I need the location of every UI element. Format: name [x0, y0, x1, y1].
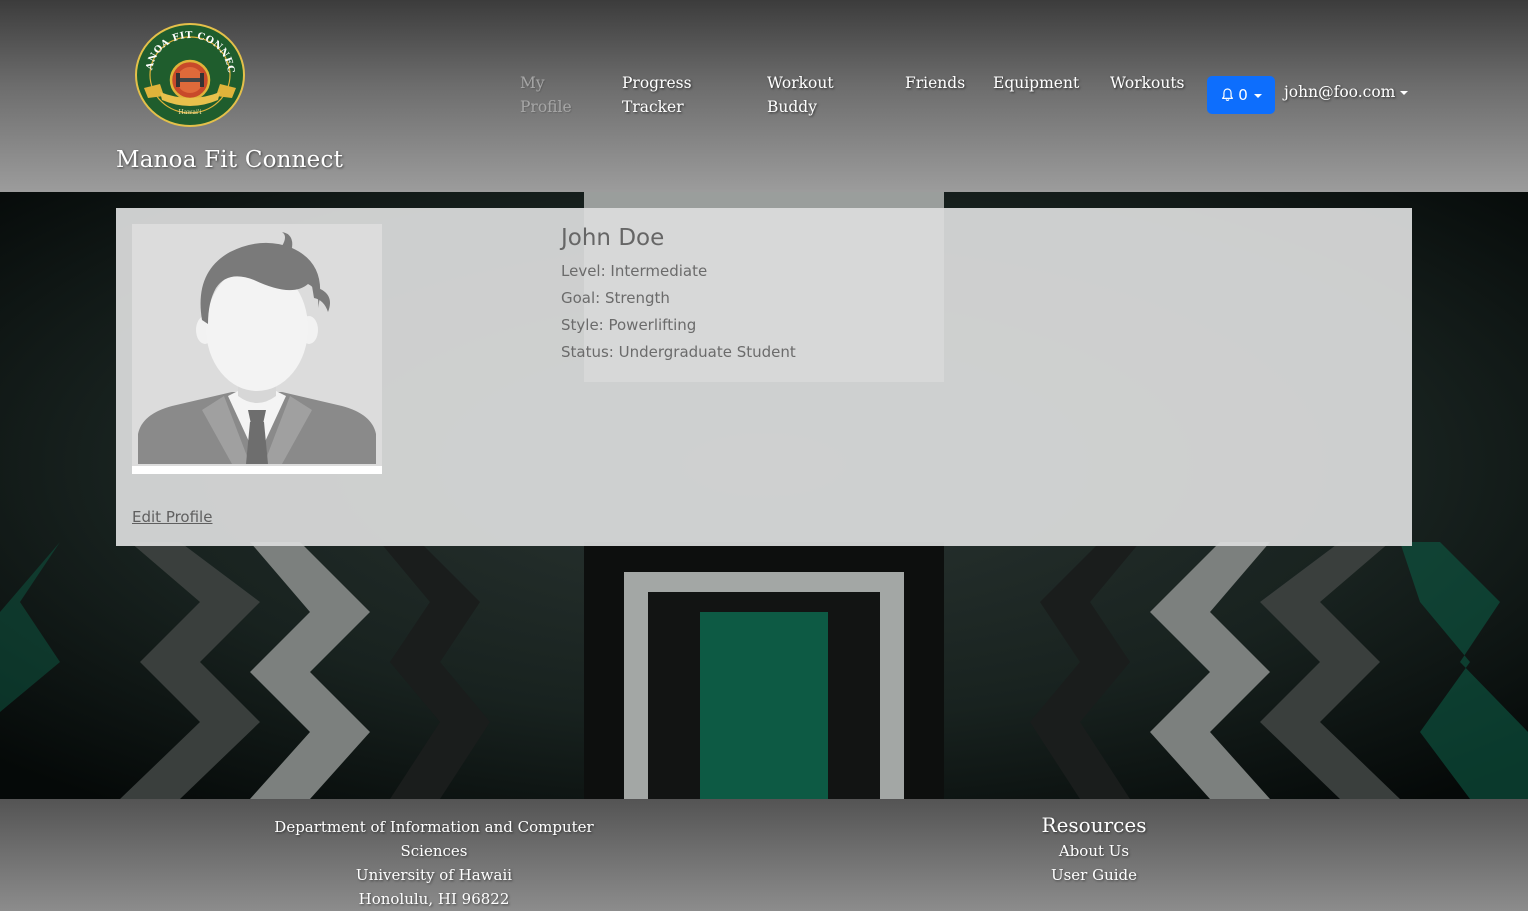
- footer-resources: Resources About Us User Guide: [994, 811, 1194, 887]
- nav-friends[interactable]: Friends: [905, 71, 965, 95]
- bell-icon: [1222, 88, 1234, 102]
- logo-emblem-icon: MANOA FIT CONNECT Hawai'i: [134, 22, 245, 127]
- footer-about-us-link[interactable]: About Us: [994, 839, 1194, 863]
- footer-address-block: Department of Information and Computer S…: [240, 815, 628, 911]
- profile-level: Level: Intermediate: [561, 262, 708, 280]
- nav-my-profile-line2: Profile: [520, 98, 572, 116]
- nav-workouts[interactable]: Workouts: [1110, 71, 1185, 95]
- chevron-down-icon: [1253, 93, 1262, 98]
- nav-workout-buddy-line1: Workout: [767, 74, 834, 92]
- nav-my-profile[interactable]: My Profile: [520, 71, 572, 119]
- notifications-button[interactable]: 0: [1207, 76, 1275, 114]
- nav-workout-buddy[interactable]: Workout Buddy: [767, 71, 834, 119]
- profile-card: John Doe Level: Intermediate Goal: Stren…: [116, 208, 1412, 546]
- notification-count: 0: [1238, 86, 1248, 104]
- nav-workouts-label: Workouts: [1110, 74, 1185, 92]
- profile-name: John Doe: [561, 225, 665, 251]
- default-avatar-icon: [132, 224, 382, 466]
- chevron-down-icon: [1400, 90, 1409, 95]
- footer-address: Honolulu, HI 96822: [358, 890, 510, 908]
- nav-equipment-label: Equipment: [993, 74, 1080, 92]
- footer-resources-heading: Resources: [1041, 813, 1147, 837]
- nav-equipment[interactable]: Equipment: [993, 71, 1079, 95]
- brand-name[interactable]: Manoa Fit Connect: [116, 147, 343, 173]
- edit-profile-link[interactable]: Edit Profile: [132, 508, 212, 526]
- navbar: MANOA FIT CONNECT Hawai'i Manoa Fit Conn…: [0, 0, 1528, 192]
- brand-logo[interactable]: MANOA FIT CONNECT Hawai'i: [134, 22, 246, 128]
- nav-progress-tracker-line1: Progress: [622, 74, 692, 92]
- nav-progress-tracker[interactable]: Progress Tracker: [622, 71, 692, 119]
- profile-style: Style: Powerlifting: [561, 316, 697, 334]
- footer-user-guide-link[interactable]: User Guide: [994, 863, 1194, 887]
- logo-subtext: Hawai'i: [178, 109, 201, 116]
- footer-department: Department of Information and Computer S…: [274, 818, 594, 860]
- footer-university: University of Hawaii: [355, 866, 513, 884]
- profile-status: Status: Undergraduate Student: [561, 343, 796, 361]
- profile-goal: Goal: Strength: [561, 289, 670, 307]
- user-email: john@foo.com: [1284, 83, 1396, 101]
- nav-progress-tracker-line2: Tracker: [622, 98, 684, 116]
- footer: Department of Information and Computer S…: [0, 799, 1528, 911]
- nav-my-profile-line1: My: [520, 74, 545, 92]
- user-menu-dropdown[interactable]: john@foo.com: [1284, 83, 1409, 101]
- nav-friends-label: Friends: [905, 74, 966, 92]
- avatar: [132, 224, 382, 474]
- nav-workout-buddy-line2: Buddy: [767, 98, 817, 116]
